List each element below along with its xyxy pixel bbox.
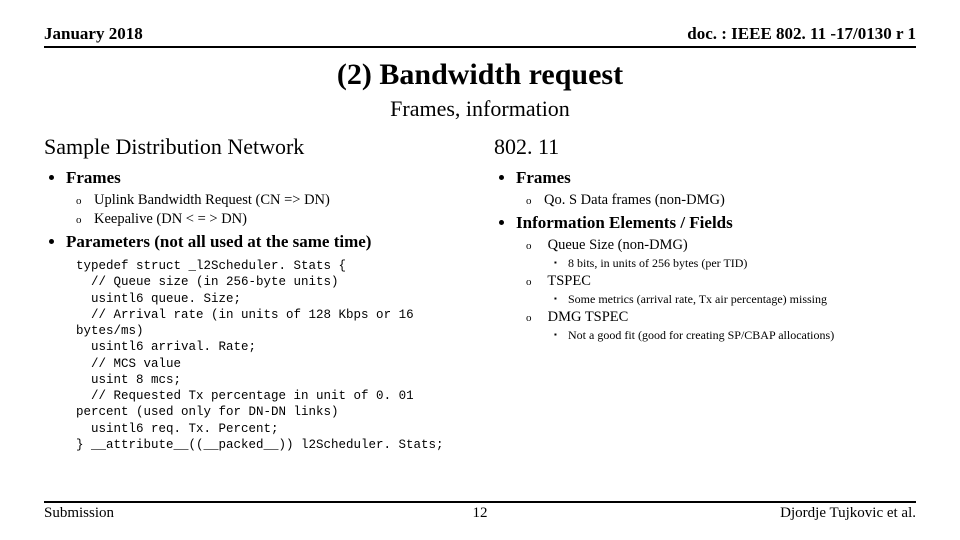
ie-dmg-tspec: DMG TSPEC Not a good fit (good for creat…	[526, 309, 916, 343]
page-subtitle: Frames, information	[44, 96, 916, 122]
right-sec-ie: Information Elements / Fields Queue Size…	[516, 213, 916, 343]
page-title: (2) Bandwidth request	[44, 58, 916, 92]
ie-queue-size: Queue Size (non-DMG) 8 bits, in units of…	[526, 237, 916, 271]
left-frame-uplink: Uplink Bandwidth Request (CN => DN)	[76, 192, 466, 209]
footer-bar: Submission 12 Djordje Tujkovic et al.	[44, 501, 916, 522]
left-sec-params: Parameters (not all used at the same tim…	[66, 232, 466, 453]
ie-dmg-tspec-label: DMG TSPEC	[548, 309, 629, 325]
columns: Sample Distribution Network Frames Uplin…	[44, 134, 916, 457]
ie-queue-size-label: Queue Size (non-DMG)	[548, 237, 688, 253]
footer-author: Djordje Tujkovic et al.	[780, 505, 916, 522]
ie-dmg-tspec-detail: Not a good fit (good for creating SP/CBA…	[554, 328, 916, 343]
left-frame-keepalive: Keepalive (DN < = > DN)	[76, 211, 466, 228]
right-sec-frames-label: Frames	[516, 168, 571, 187]
ie-tspec: TSPEC Some metrics (arrival rate, Tx air…	[526, 273, 916, 307]
left-sec-frames-label: Frames	[66, 168, 121, 187]
right-heading: 802. 11	[494, 134, 916, 160]
right-sec-frames: Frames Qo. S Data frames (non-DMG)	[516, 168, 916, 209]
left-column: Sample Distribution Network Frames Uplin…	[44, 134, 466, 457]
header-date: January 2018	[44, 24, 143, 44]
right-sec-ie-label: Information Elements / Fields	[516, 213, 733, 232]
code-block: typedef struct _l2Scheduler. Stats { // …	[66, 258, 466, 453]
footer-left: Submission	[44, 505, 114, 522]
header-bar: January 2018 doc. : IEEE 802. 11 -17/013…	[44, 24, 916, 48]
ie-queue-size-detail: 8 bits, in units of 256 bytes (per TID)	[554, 256, 916, 271]
right-column: 802. 11 Frames Qo. S Data frames (non-DM…	[494, 134, 916, 457]
ie-tspec-detail: Some metrics (arrival rate, Tx air perce…	[554, 292, 916, 307]
footer-page: 12	[473, 505, 488, 522]
header-docref: doc. : IEEE 802. 11 -17/0130 r 1	[687, 24, 916, 44]
left-sec-params-label: Parameters (not all used at the same tim…	[66, 232, 371, 251]
left-sec-frames: Frames Uplink Bandwidth Request (CN => D…	[66, 168, 466, 228]
slide: January 2018 doc. : IEEE 802. 11 -17/013…	[0, 0, 960, 540]
right-frame-qos: Qo. S Data frames (non-DMG)	[526, 192, 916, 209]
ie-tspec-label: TSPEC	[547, 273, 591, 289]
left-heading: Sample Distribution Network	[44, 134, 466, 160]
